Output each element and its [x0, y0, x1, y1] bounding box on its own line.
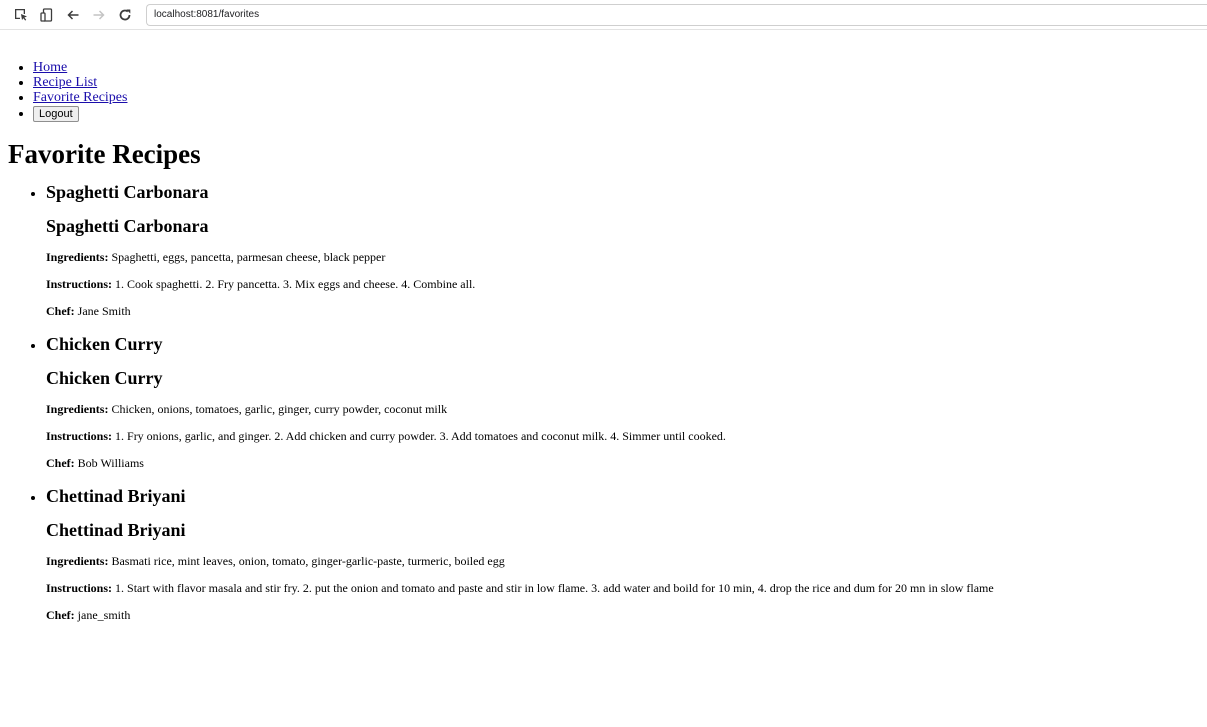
chef-label: Chef:: [46, 304, 75, 318]
logout-button[interactable]: Logout: [33, 106, 79, 122]
inspect-icon[interactable]: [10, 4, 32, 26]
reload-icon[interactable]: [114, 4, 136, 26]
instructions-value: 1. Start with flavor masala and stir fry…: [115, 581, 994, 595]
recipe-item: Chicken Curry Chicken Curry Ingredients:…: [46, 333, 1207, 470]
ingredients-value: Basmati rice, mint leaves, onion, tomato…: [111, 554, 505, 568]
nav-item-logout: Logout: [33, 105, 1207, 122]
browser-toolbar: localhost:8081/favorites: [0, 0, 1207, 30]
recipe-chef: Chef: Bob Williams: [46, 456, 1207, 470]
recipe-name: Chettinad Briyani: [46, 486, 186, 506]
nav-item-recipe-list: Recipe List: [33, 75, 1207, 90]
address-bar-url: localhost:8081/favorites: [154, 9, 260, 20]
recipe-instructions: Instructions: 1. Cook spaghetti. 2. Fry …: [46, 277, 1207, 291]
back-icon[interactable]: [62, 4, 84, 26]
recipe-heading: Chicken Curry: [46, 368, 163, 388]
device-icon[interactable]: [36, 4, 58, 26]
favorites-list: Spaghetti Carbonara Spaghetti Carbonara …: [8, 181, 1207, 622]
nav-item-home: Home: [33, 60, 1207, 75]
instructions-value: 1. Cook spaghetti. 2. Fry pancetta. 3. M…: [115, 277, 476, 291]
chef-value: Bob Williams: [77, 456, 144, 470]
recipe-chef: Chef: jane_smith: [46, 608, 1207, 622]
recipe-name: Chicken Curry: [46, 334, 163, 354]
recipe-heading: Chettinad Briyani: [46, 520, 186, 540]
ingredients-label: Ingredients:: [46, 554, 109, 568]
ingredients-label: Ingredients:: [46, 402, 109, 416]
ingredients-label: Ingredients:: [46, 250, 109, 264]
nav-link-favorite-recipes[interactable]: Favorite Recipes: [33, 90, 127, 105]
instructions-label: Instructions:: [46, 429, 113, 443]
recipe-item: Chettinad Briyani Chettinad Briyani Ingr…: [46, 485, 1207, 622]
recipe-heading: Spaghetti Carbonara: [46, 216, 209, 236]
instructions-label: Instructions:: [46, 581, 113, 595]
recipe-instructions: Instructions: 1. Start with flavor masal…: [46, 581, 1207, 595]
main-nav: Home Recipe List Favorite Recipes Logout: [8, 60, 1207, 122]
chef-value: Jane Smith: [77, 304, 131, 318]
nav-link-home[interactable]: Home: [33, 60, 67, 75]
nav-link-recipe-list[interactable]: Recipe List: [33, 75, 97, 90]
chef-label: Chef:: [46, 456, 75, 470]
instructions-value: 1. Fry onions, garlic, and ginger. 2. Ad…: [115, 429, 726, 443]
ingredients-value: Spaghetti, eggs, pancetta, parmesan chee…: [111, 250, 386, 264]
forward-icon[interactable]: [88, 4, 110, 26]
chef-value: jane_smith: [77, 608, 131, 622]
instructions-label: Instructions:: [46, 277, 113, 291]
recipe-chef: Chef: Jane Smith: [46, 304, 1207, 318]
recipe-ingredients: Ingredients: Spaghetti, eggs, pancetta, …: [46, 250, 1207, 264]
recipe-ingredients: Ingredients: Basmati rice, mint leaves, …: [46, 554, 1207, 568]
chef-label: Chef:: [46, 608, 75, 622]
address-bar[interactable]: localhost:8081/favorites: [146, 3, 1207, 26]
page-title: Favorite Recipes: [8, 139, 201, 169]
recipe-name: Spaghetti Carbonara: [46, 182, 209, 202]
nav-item-favorite-recipes: Favorite Recipes: [33, 90, 1207, 105]
recipe-ingredients: Ingredients: Chicken, onions, tomatoes, …: [46, 402, 1207, 416]
ingredients-value: Chicken, onions, tomatoes, garlic, ginge…: [111, 402, 448, 416]
recipe-item: Spaghetti Carbonara Spaghetti Carbonara …: [46, 181, 1207, 318]
page-content: Home Recipe List Favorite Recipes Logout…: [0, 60, 1207, 622]
recipe-instructions: Instructions: 1. Fry onions, garlic, and…: [46, 429, 1207, 443]
